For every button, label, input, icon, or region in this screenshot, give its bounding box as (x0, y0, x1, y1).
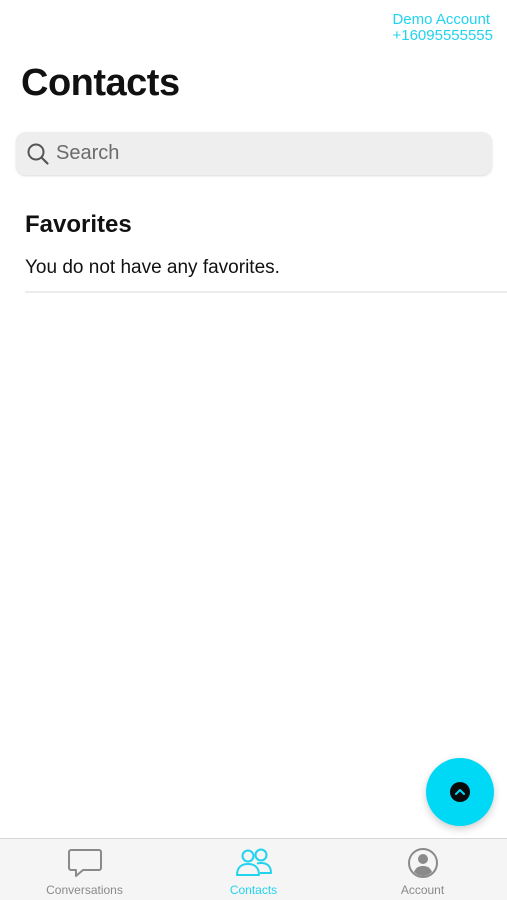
user-circle-icon (407, 848, 438, 878)
contacts-screen: Demo Account +16095555555 Contacts Favor… (0, 0, 507, 900)
account-phone-link[interactable]: +16095555555 (392, 28, 493, 44)
section-divider (25, 291, 507, 293)
account-info: Demo Account +16095555555 (392, 12, 493, 44)
tab-label-account: Account (400, 883, 445, 897)
tab-account[interactable]: Account (338, 839, 507, 900)
favorites-empty-message: You do not have any favorites. (25, 257, 280, 278)
favorites-heading: Favorites (25, 211, 132, 238)
tab-label-conversations: Conversations (46, 883, 123, 897)
scroll-up-fab-button[interactable] (426, 758, 494, 826)
account-name-link[interactable]: Demo Account (392, 12, 490, 28)
search-icon (27, 143, 49, 165)
tab-contacts[interactable]: Contacts (169, 839, 338, 900)
page-title: Contacts (21, 62, 180, 104)
chevron-up-icon (450, 782, 470, 802)
tab-conversations[interactable]: Conversations (0, 839, 169, 900)
search-input[interactable] (56, 142, 476, 165)
bottom-tab-bar: Conversations Contacts Account (0, 838, 507, 900)
chat-bubble-icon (67, 849, 102, 877)
tab-label-contacts: Contacts (229, 883, 278, 897)
people-icon (235, 848, 272, 876)
search-bar[interactable] (16, 132, 492, 175)
